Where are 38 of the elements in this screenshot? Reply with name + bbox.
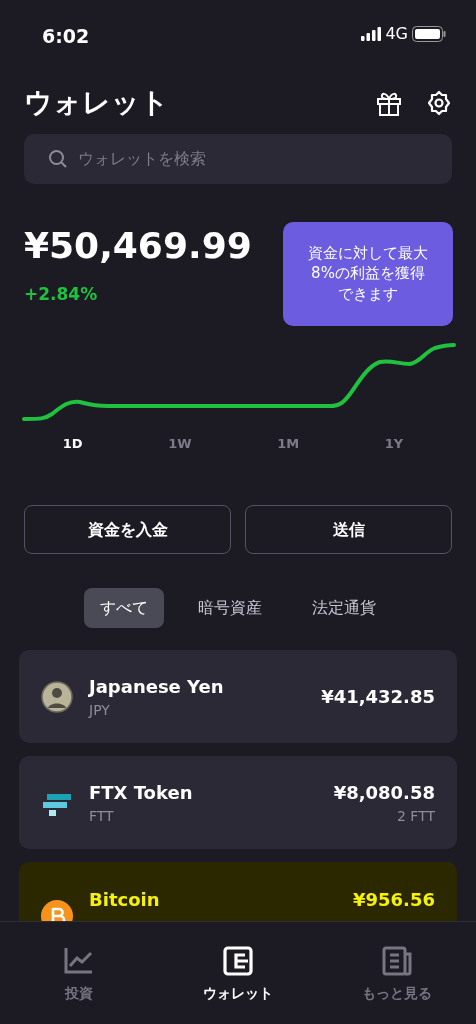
asset-symbol: FTT [89,806,115,826]
tab-bar-item[interactable]: もっと見る [336,944,457,1024]
network-label: 4G [385,23,408,45]
filter-tab[interactable]: すべて [84,588,164,629]
wallet-icon [222,945,254,977]
status-time: 6:02 [42,24,90,49]
asset-name: Bitcoin [89,888,161,913]
action-button[interactable]: 資金を入金 [24,505,231,555]
change-percent: +2.84% [24,282,99,306]
asset-card[interactable]: Bitcoin ¥956.56 [19,862,457,921]
coin-icon [41,680,73,713]
asset-card[interactable]: FTX Token FTT ¥8,080.58 2 FTT [19,756,457,850]
filter-tab[interactable]: 暗号資産 [182,588,278,629]
tab-bar-item[interactable]: ウォレット [178,944,298,1024]
range-tab[interactable]: 1W [162,431,198,456]
asset-card[interactable]: Japanese Yen JPY ¥41,432.85 [19,650,457,744]
asset-name: Japanese Yen [89,674,225,699]
newspaper-icon [380,945,413,977]
search-field[interactable]: ウォレットを検索 [24,133,452,184]
range-tab[interactable]: 1Y [378,431,410,456]
asset-value: ¥8,080.58 [333,780,435,805]
asset-value: ¥41,432.85 [321,685,435,710]
asset-amount: 2 FTT [395,806,435,826]
page-title: ウォレット [24,86,169,120]
action-button[interactable]: 送信 [245,505,452,555]
battery-icon [412,26,446,42]
range-tab[interactable]: 1D [56,431,89,456]
asset-name: FTX Token [89,780,194,805]
tab-bar-item[interactable]: 投資 [19,944,140,1024]
asset-symbol: JPY [89,700,111,720]
signal-icon [361,27,382,41]
range-tab[interactable]: 1M [271,431,306,456]
filter-tab[interactable]: 法定通貨 [296,588,392,629]
balance-amount: ¥50,469.99 [24,227,252,264]
asset-value: ¥956.56 [353,888,435,913]
promo-banner[interactable]: 資金に対して最大8%の利益を獲得できます [283,221,453,326]
search-icon [48,148,68,169]
settings-icon[interactable] [426,89,452,116]
